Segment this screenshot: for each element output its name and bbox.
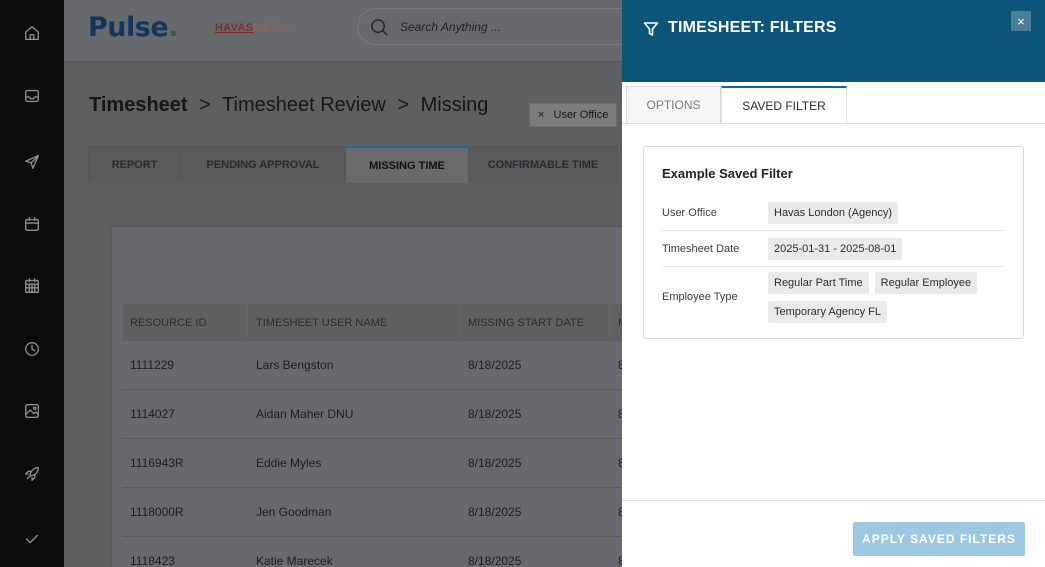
filters-drawer: TIMESHEET: FILTERS × OPTIONS SAVED FILTE… [622,0,1045,567]
tab-missing-time[interactable]: MISSING TIME [345,146,469,183]
tab-confirmable-time[interactable]: CONFIRMABLE TIME [468,146,618,183]
top-bar: Pulse. HAVASMEDIA Search Anything ... [64,0,624,62]
havas-media-logo: HAVASMEDIA [215,22,290,34]
tab-saved-filter[interactable]: SAVED FILTER [721,86,847,124]
left-nav-rail [0,0,64,567]
drawer-footer-divider [622,500,1045,501]
table-header: RESOURCE ID TIMESHEET USER NAME MISSING … [122,304,624,341]
table-row[interactable]: 1118000R Jen Goodman 8/18/2025 8 [122,488,624,537]
filter-value-tag: 2025-01-31 - 2025-08-01 [768,237,903,260]
filter-value-tag: Regular Employee [874,271,978,294]
check-icon[interactable] [22,529,42,549]
filter-icon [643,21,659,37]
drawer-tabs: OPTIONS SAVED FILTER [626,86,847,124]
tab-pending-approval[interactable]: PENDING APPROVAL [180,146,346,183]
calendar-icon[interactable] [22,214,42,234]
filter-label: Employee Type [662,291,738,303]
search-icon [371,19,388,36]
table-row[interactable]: 1118423 Katie Marecek 8/18/2025 8 [122,537,624,567]
filter-row-timesheet-date: Timesheet Date 2025-01-31 - 2025-08-01 [662,231,1004,267]
filter-label: Timesheet Date [662,242,740,255]
home-icon[interactable] [22,23,42,43]
apply-saved-filters-button[interactable]: APPLY SAVED FILTERS [853,522,1025,556]
main-app-dimmed: Pulse. HAVASMEDIA Search Anything ... Ti… [64,0,624,567]
search-input[interactable]: Search Anything ... [357,8,624,45]
col-user-name[interactable]: TIMESHEET USER NAME [248,304,460,341]
col-missing-start-date[interactable]: MISSING START DATE [460,304,610,341]
calendar-grid-icon[interactable] [22,276,42,296]
pulse-logo[interactable]: Pulse. [88,12,178,43]
breadcrumb: Timesheet > Timesheet Review > Missing [89,94,489,116]
table-row[interactable]: 1116943R Eddie Myles 8/18/2025 8 [122,439,624,488]
filter-row-employee-type: Employee Type Regular Part Time Regular … [662,267,1004,327]
filter-value-tag: Havas London (Agency) [768,201,899,224]
tab-report[interactable]: REPORT [88,146,181,183]
breadcrumb-missing: Missing [420,94,489,116]
filter-value-tag: Temporary Agency FL [768,300,887,323]
tab-options[interactable]: OPTIONS [626,86,721,124]
search-placeholder: Search Anything ... [400,20,501,34]
tabs-divider [622,123,1045,124]
filter-label: User Office [662,206,717,219]
saved-filter-name: Example Saved Filter [662,166,793,181]
drawer-header: TIMESHEET: FILTERS × [622,0,1045,82]
filter-value-tag: Regular Part Time [768,271,869,294]
rocket-icon[interactable] [22,464,42,484]
image-icon[interactable] [22,401,42,421]
filter-row-user-office: User Office Havas London (Agency) [662,195,1004,231]
saved-filter-card[interactable]: Example Saved Filter User Office Havas L… [643,146,1024,339]
active-filter-chip[interactable]: × User Office [529,103,618,127]
chip-close-icon[interactable]: × [538,109,544,121]
send-icon[interactable] [22,152,42,172]
table-row[interactable]: 1111229 Lars Bengston 8/18/2025 8 [122,341,624,390]
inbox-icon[interactable] [22,86,42,106]
table-row[interactable]: 1114027 Aidan Maher DNU 8/18/2025 8 [122,390,624,439]
close-icon[interactable]: × [1011,11,1031,31]
breadcrumb-timesheet[interactable]: Timesheet [89,94,188,116]
breadcrumb-timesheet-review[interactable]: Timesheet Review [222,94,386,116]
review-tabs: REPORT PENDING APPROVAL MISSING TIME CON… [88,146,618,183]
col-resource-id[interactable]: RESOURCE ID [122,304,248,341]
clock-icon[interactable] [22,339,42,359]
drawer-title: TIMESHEET: FILTERS [668,19,837,36]
